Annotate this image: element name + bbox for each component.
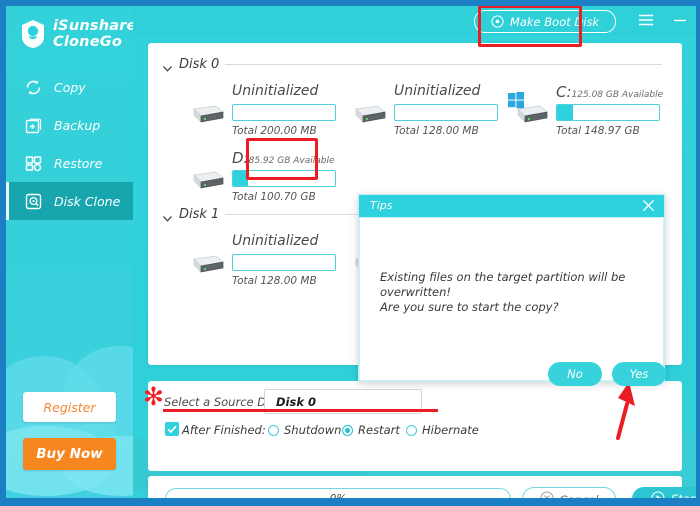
dialog-message-line-2: Are you sure to start the copy? xyxy=(380,300,559,314)
cancel-x-circle-icon xyxy=(540,491,554,498)
disk-group-name: Disk 0 xyxy=(179,57,220,72)
dialog-message-line-1: Existing files on the target partition w… xyxy=(380,270,626,299)
disk-group-header-0[interactable]: Disk 0 xyxy=(162,57,662,72)
after-finished-checkbox[interactable] xyxy=(165,422,179,436)
partition-title: Uninitialized xyxy=(232,83,319,99)
partition-total: Total 100.70 GB xyxy=(232,191,316,203)
radio-dot xyxy=(406,424,417,436)
sidebar: iSunshare CloneGo Copy Backup Restore Di… xyxy=(6,6,133,498)
annotation-asterisk: ✻ xyxy=(143,382,164,411)
copy-refresh-icon xyxy=(24,78,43,97)
partition-total: Total 128.00 MB xyxy=(232,275,317,287)
hard-disk-icon xyxy=(348,103,386,127)
sidebar-item-backup[interactable]: Backup xyxy=(6,106,133,144)
dialog-yes-button[interactable]: Yes xyxy=(612,362,666,386)
dialog-title: Tips xyxy=(370,199,393,212)
window-frame-left xyxy=(0,0,6,506)
action-bar: 0% Cancel Start xyxy=(148,476,696,498)
isunshare-shield-logo xyxy=(20,19,46,49)
register-button[interactable]: Register xyxy=(23,392,116,422)
restore-grid-icon xyxy=(24,154,43,173)
sidebar-item-disk-clone[interactable]: Disk Clone xyxy=(6,182,133,220)
radio-dot xyxy=(342,424,353,436)
sidebar-item-label: Copy xyxy=(54,79,86,95)
partition-title: Uninitialized xyxy=(232,233,319,249)
sidebar-action-buttons: Register Buy Now xyxy=(23,392,116,470)
hard-disk-icon xyxy=(186,103,224,127)
partition-total: Total 128.00 MB xyxy=(394,125,479,137)
partition-available: 125.08 GB Available xyxy=(571,90,664,100)
after-finished-label: After Finished: xyxy=(182,423,266,437)
disk-group-name: Disk 1 xyxy=(179,207,220,222)
dialog-no-button[interactable]: No xyxy=(548,362,602,386)
chevron-down-icon[interactable] xyxy=(162,59,173,72)
close-icon[interactable] xyxy=(641,198,656,213)
tips-dialog: Tips Existing files on the target partit… xyxy=(358,194,666,386)
partition-total: Total 148.97 GB xyxy=(556,125,640,137)
partition-usage-bar xyxy=(556,104,660,121)
radio-dot xyxy=(268,424,279,436)
sidebar-item-copy[interactable]: Copy xyxy=(6,68,133,106)
sidebar-item-restore[interactable]: Restore xyxy=(6,144,133,182)
app-logo: iSunshare CloneGo xyxy=(20,18,133,50)
play-circle-icon xyxy=(651,491,665,498)
window-frame-top xyxy=(0,0,700,6)
window-frame-bottom xyxy=(0,498,700,506)
partition-usage-bar xyxy=(394,104,498,121)
backup-plus-icon xyxy=(24,116,43,135)
checkmark-icon xyxy=(167,425,177,434)
partition-drive-letter: C: xyxy=(556,83,572,101)
partition-title: C:125.08 GB Available xyxy=(556,83,663,101)
sidebar-item-label: Backup xyxy=(54,117,101,133)
sidebar-nav: Copy Backup Restore Disk Clone xyxy=(6,68,133,220)
dialog-titlebar: Tips xyxy=(359,195,664,217)
radio-shutdown[interactable]: Shutdown xyxy=(268,423,341,437)
progress-bar: 0% xyxy=(165,488,511,498)
disk-clone-icon xyxy=(24,192,43,211)
red-arrow-up-icon xyxy=(596,378,636,440)
partition-usage-fill xyxy=(557,105,574,120)
chevron-down-icon[interactable] xyxy=(162,209,173,222)
partition-usage-bar xyxy=(232,104,336,121)
minimize-icon[interactable] xyxy=(671,11,689,29)
window-frame-right xyxy=(696,0,700,506)
dialog-body: Existing files on the target partition w… xyxy=(359,217,666,386)
titlebar: Make Boot Disk xyxy=(133,6,696,36)
annotation-highlight-yes-button xyxy=(246,138,318,180)
radio-label: Hibernate xyxy=(422,423,479,437)
sidebar-item-label: Disk Clone xyxy=(54,193,121,209)
annotation-underline xyxy=(163,409,438,412)
windows-logo-icon xyxy=(507,91,525,109)
radio-restart[interactable]: Restart xyxy=(342,423,400,437)
dialog-message: Existing files on the target partition w… xyxy=(380,270,648,315)
hard-disk-icon xyxy=(186,253,224,277)
source-disk-value: Disk 0 xyxy=(276,395,316,409)
sidebar-item-label: Restore xyxy=(54,155,103,171)
partition-usage-bar xyxy=(232,254,336,271)
app-brand-text: iSunshare CloneGo xyxy=(53,18,133,50)
hamburger-menu-icon[interactable] xyxy=(637,11,655,29)
annotation-highlight-start-button xyxy=(478,5,582,47)
partition-total: Total 200.00 MB xyxy=(232,125,317,137)
cancel-button[interactable]: Cancel xyxy=(522,487,616,498)
application-window: iSunshare CloneGo Copy Backup Restore Di… xyxy=(0,0,700,506)
header-rule xyxy=(225,64,662,65)
radio-label: Shutdown xyxy=(284,423,342,437)
radio-hibernate[interactable]: Hibernate xyxy=(406,423,479,437)
buy-now-button[interactable]: Buy Now xyxy=(23,438,116,470)
hard-disk-icon xyxy=(186,169,224,193)
partition-title: Uninitialized xyxy=(394,83,481,99)
start-button[interactable]: Start xyxy=(632,487,696,498)
brand-line-1: iSunshare xyxy=(53,18,133,34)
brand-line-2: CloneGo xyxy=(53,34,122,50)
radio-label: Restart xyxy=(358,423,400,437)
